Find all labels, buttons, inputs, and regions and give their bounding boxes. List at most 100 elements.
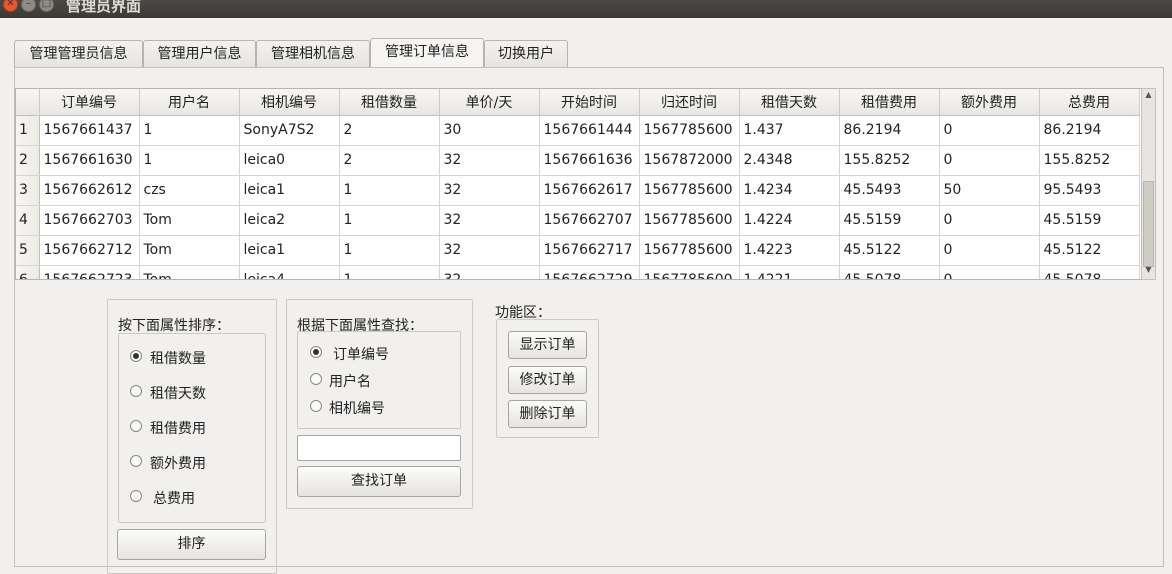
- table-cell[interactable]: 1567785600: [639, 175, 740, 206]
- table-cell[interactable]: 1567662723: [39, 265, 140, 279]
- table-cell[interactable]: 1567661444: [539, 115, 640, 146]
- tab-manage-orders[interactable]: 管理订单信息: [370, 38, 484, 68]
- search-input[interactable]: [297, 435, 461, 461]
- table-cell[interactable]: 1567872000: [639, 145, 740, 176]
- table-cell[interactable]: 50: [939, 175, 1040, 206]
- table-cell[interactable]: 32: [439, 175, 540, 206]
- close-window-button[interactable]: ✕: [3, 0, 18, 12]
- table-cell[interactable]: 0: [939, 235, 1040, 266]
- row-number[interactable]: 5: [16, 235, 40, 266]
- search-radio-username[interactable]: [310, 373, 322, 385]
- table-cell[interactable]: Tom: [139, 205, 240, 236]
- column-header[interactable]: 总费用: [1039, 89, 1140, 116]
- table-cell[interactable]: leica0: [239, 145, 340, 176]
- table-cell[interactable]: 1.4224: [739, 205, 840, 236]
- table-cell[interactable]: 45.5493: [839, 175, 940, 206]
- table-cell[interactable]: 1567661630: [39, 145, 140, 176]
- table-cell[interactable]: 1: [139, 145, 240, 176]
- table-cell[interactable]: 1567662729: [539, 265, 640, 279]
- search-option-label[interactable]: 相机编号: [329, 398, 385, 418]
- maximize-window-button[interactable]: □: [39, 0, 54, 12]
- column-header[interactable]: 用户名: [139, 89, 240, 116]
- table-cell[interactable]: 45.5122: [839, 235, 940, 266]
- table-cell[interactable]: 2.4348: [739, 145, 840, 176]
- row-header-corner[interactable]: [16, 89, 40, 116]
- table-cell[interactable]: 1567662612: [39, 175, 140, 206]
- table-cell[interactable]: 2: [339, 115, 440, 146]
- table-cell[interactable]: 2: [339, 145, 440, 176]
- table-cell[interactable]: 45.5078: [1039, 265, 1140, 279]
- row-number[interactable]: 3: [16, 175, 40, 206]
- table-cell[interactable]: 1.437: [739, 115, 840, 146]
- table-cell[interactable]: 32: [439, 205, 540, 236]
- table-row[interactable]: 6 1567662723 Tom leica4 1 32 1567662729 1567785…: [16, 265, 1140, 279]
- column-header[interactable]: 单价/天: [439, 89, 540, 116]
- row-number[interactable]: 6: [16, 265, 40, 279]
- row-number[interactable]: 4: [16, 205, 40, 236]
- show-orders-button[interactable]: 显示订单: [508, 331, 587, 359]
- column-header[interactable]: 租借数量: [339, 89, 440, 116]
- column-header[interactable]: 租借天数: [739, 89, 840, 116]
- sort-radio-rental-fee[interactable]: [130, 420, 142, 432]
- sort-option-label[interactable]: 总费用: [153, 488, 195, 508]
- table-cell[interactable]: leica1: [239, 175, 340, 206]
- sort-option-label[interactable]: 额外费用: [150, 453, 206, 473]
- sort-radio-rental-quantity[interactable]: [130, 350, 142, 362]
- sort-radio-total-fee[interactable]: [130, 490, 142, 502]
- sort-radio-extra-fee[interactable]: [130, 455, 142, 467]
- table-cell[interactable]: SonyA7S2: [239, 115, 340, 146]
- table-cell[interactable]: 86.2194: [1039, 115, 1140, 146]
- table-cell[interactable]: Tom: [139, 235, 240, 266]
- tab-manage-admins[interactable]: 管理管理员信息: [14, 40, 143, 67]
- table-cell[interactable]: 30: [439, 115, 540, 146]
- table-cell[interactable]: 1.4223: [739, 235, 840, 266]
- table-cell[interactable]: 45.5078: [839, 265, 940, 279]
- search-option-label[interactable]: 订单编号: [333, 344, 389, 364]
- table-row[interactable]: 3 1567662612 czs leica1 1 32 1567662617 1567785…: [16, 175, 1140, 206]
- table-cell[interactable]: 1: [339, 175, 440, 206]
- table-cell[interactable]: 0: [939, 205, 1040, 236]
- edit-order-button[interactable]: 修改订单: [508, 366, 587, 394]
- table-cell[interactable]: 1567785600: [639, 115, 740, 146]
- table-cell[interactable]: 155.8252: [1039, 145, 1140, 176]
- scroll-up-icon[interactable]: ▲: [1142, 90, 1155, 99]
- table-cell[interactable]: 0: [939, 265, 1040, 279]
- table-cell[interactable]: 45.5159: [1039, 205, 1140, 236]
- table-cell[interactable]: Tom: [139, 265, 240, 279]
- table-cell[interactable]: 1567662617: [539, 175, 640, 206]
- column-header[interactable]: 订单编号: [39, 89, 140, 116]
- table-cell[interactable]: 32: [439, 145, 540, 176]
- table-cell[interactable]: 45.5159: [839, 205, 940, 236]
- table-cell[interactable]: 1567662707: [539, 205, 640, 236]
- tab-manage-users[interactable]: 管理用户信息: [143, 40, 256, 67]
- table-cell[interactable]: 1: [339, 205, 440, 236]
- table-cell[interactable]: 0: [939, 115, 1040, 146]
- table-row[interactable]: 2 1567661630 1 leica0 2 32 1567661636 156787200…: [16, 145, 1140, 176]
- sort-option-label[interactable]: 租借数量: [150, 348, 206, 368]
- delete-order-button[interactable]: 删除订单: [508, 400, 587, 428]
- table-cell[interactable]: 32: [439, 235, 540, 266]
- search-order-button[interactable]: 查找订单: [297, 466, 461, 497]
- table-cell[interactable]: leica1: [239, 235, 340, 266]
- table-cell[interactable]: 86.2194: [839, 115, 940, 146]
- row-number[interactable]: 2: [16, 145, 40, 176]
- table-row[interactable]: 5 1567662712 Tom leica1 1 32 1567662717 1567785…: [16, 235, 1140, 266]
- table-cell[interactable]: 1567662703: [39, 205, 140, 236]
- orders-table[interactable]: 订单编号 用户名 相机编号 租借数量 单价/天 开始时间 归还时间 租借天数 租…: [15, 88, 1156, 280]
- search-radio-camera-id[interactable]: [310, 400, 322, 412]
- scroll-down-icon[interactable]: ▼: [1142, 265, 1155, 274]
- table-cell[interactable]: leica2: [239, 205, 340, 236]
- table-cell[interactable]: 1: [139, 115, 240, 146]
- sort-option-label[interactable]: 租借费用: [150, 418, 206, 438]
- table-cell[interactable]: 1567785600: [639, 235, 740, 266]
- table-cell[interactable]: 45.5122: [1039, 235, 1140, 266]
- row-number[interactable]: 1: [16, 115, 40, 146]
- scrollbar-thumb[interactable]: [1143, 181, 1154, 267]
- minimize-window-button[interactable]: –: [21, 0, 36, 12]
- table-cell[interactable]: 1567662712: [39, 235, 140, 266]
- table-cell[interactable]: czs: [139, 175, 240, 206]
- tab-switch-user[interactable]: 切换用户: [484, 40, 568, 67]
- table-cell[interactable]: 32: [439, 265, 540, 279]
- table-cell[interactable]: 1.4234: [739, 175, 840, 206]
- table-cell[interactable]: 1: [339, 235, 440, 266]
